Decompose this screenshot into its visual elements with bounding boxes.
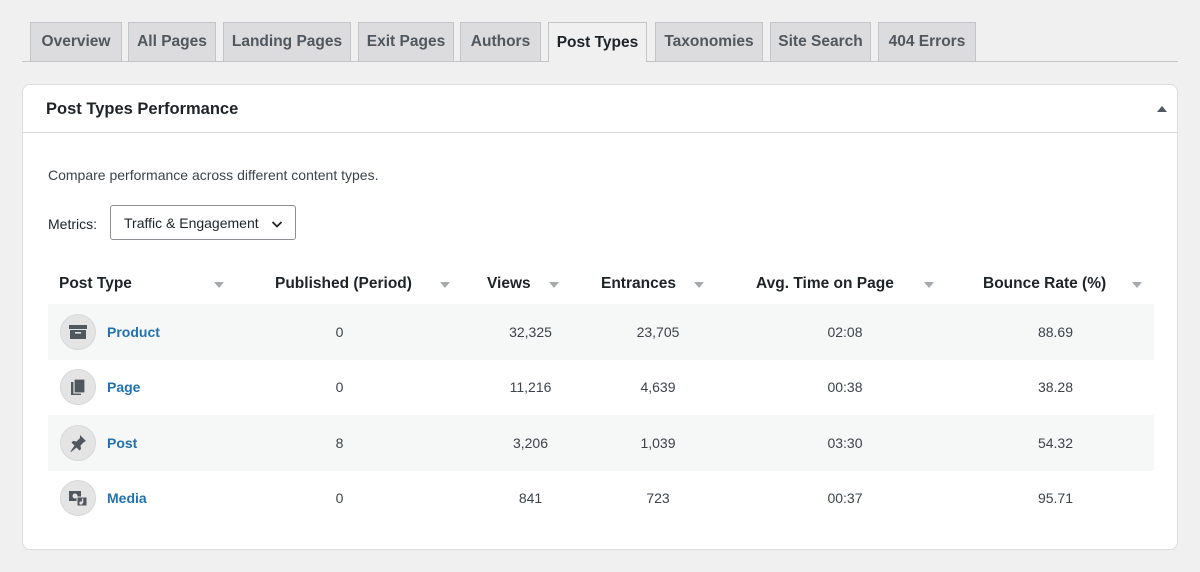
chevron-down-icon — [271, 217, 283, 229]
sort-arrow-icon[interactable] — [549, 282, 559, 288]
pushpin-icon — [60, 424, 96, 461]
published-cell: 0 — [335, 323, 344, 340]
panel-header: Post Types Performance — [23, 85, 1177, 133]
published-cell: 0 — [335, 490, 344, 507]
post-type-link-post[interactable]: Post — [107, 435, 137, 451]
metrics-select-value: Traffic & Engagement — [124, 214, 259, 231]
tab-landing-pages[interactable]: Landing Pages — [223, 22, 351, 61]
post-type-cell: Page — [48, 360, 275, 416]
table-row: Page 0 11,216 4,639 00:38 38.28 — [48, 360, 1154, 416]
views-cell: 11,216 — [509, 379, 552, 396]
post-types-table: Post Type Published (Period) Views Entra… — [48, 263, 1154, 526]
published-cell: 8 — [335, 434, 344, 451]
tab-overview[interactable]: Overview — [30, 22, 122, 61]
collapse-arrow-icon[interactable] — [1155, 102, 1169, 116]
table-row: Media 0 841 723 00:37 95.71 — [48, 471, 1154, 527]
post-type-cell: Post — [48, 415, 275, 471]
entrances-cell: 23,705 — [636, 323, 680, 340]
tab-exit-pages[interactable]: Exit Pages — [358, 22, 454, 61]
bounce-rate-cell: 95.71 — [1037, 490, 1074, 507]
column-header-published[interactable]: Published (Period) — [275, 263, 412, 304]
post-type-link-page[interactable]: Page — [107, 379, 140, 395]
metrics-select[interactable]: Traffic & Engagement — [110, 205, 296, 240]
sort-arrow-icon[interactable] — [924, 282, 934, 288]
column-header-views[interactable]: Views — [487, 263, 531, 304]
views-cell: 32,325 — [509, 323, 552, 340]
post-type-link-product[interactable]: Product — [107, 324, 160, 340]
entrances-cell: 4,639 — [640, 379, 676, 396]
post-type-cell: Product — [48, 304, 275, 360]
post-type-cell: Media — [48, 471, 275, 527]
post-type-link-media[interactable]: Media — [107, 490, 147, 506]
column-header-bounce-rate[interactable]: Bounce Rate (%) — [983, 263, 1106, 304]
table-row: Product 0 32,325 23,705 02:08 88.69 — [48, 304, 1154, 360]
metrics-label: Metrics: — [48, 216, 97, 232]
avg-time-cell: 03:30 — [827, 434, 863, 451]
tab-authors[interactable]: Authors — [460, 22, 541, 61]
sort-arrow-icon[interactable] — [214, 282, 224, 288]
report-tabs: Overview All Pages Landing Pages Exit Pa… — [22, 22, 1178, 62]
entrances-cell: 723 — [646, 490, 670, 507]
panel-title: Post Types Performance — [46, 100, 239, 118]
bounce-rate-cell: 88.69 — [1037, 323, 1074, 340]
column-header-entrances[interactable]: Entrances — [601, 263, 676, 304]
panel-description: Compare performance across different con… — [48, 167, 379, 183]
tab-taxonomies[interactable]: Taxonomies — [655, 22, 763, 61]
tab-404-errors[interactable]: 404 Errors — [878, 22, 976, 61]
views-cell: 3,206 — [512, 434, 549, 451]
table-row: Post 8 3,206 1,039 03:30 54.32 — [48, 415, 1154, 471]
media-icon — [60, 480, 96, 517]
avg-time-cell: 00:38 — [827, 379, 863, 396]
column-header-post-type[interactable]: Post Type — [59, 263, 132, 304]
sort-arrow-icon[interactable] — [694, 282, 704, 288]
sort-arrow-icon[interactable] — [1132, 282, 1142, 288]
entrances-cell: 1,039 — [640, 434, 676, 451]
avg-time-cell: 02:08 — [827, 323, 863, 340]
post-types-panel: Post Types Performance Compare performan… — [22, 84, 1178, 550]
avg-time-cell: 00:37 — [827, 490, 863, 507]
column-header-avg-time[interactable]: Avg. Time on Page — [756, 263, 894, 304]
published-cell: 0 — [335, 379, 344, 396]
views-cell: 841 — [518, 490, 543, 507]
sort-arrow-icon[interactable] — [440, 282, 450, 288]
bounce-rate-cell: 54.32 — [1037, 434, 1074, 451]
tab-all-pages[interactable]: All Pages — [128, 22, 216, 61]
table-header: Post Type Published (Period) Views Entra… — [48, 263, 1154, 304]
tab-post-types[interactable]: Post Types — [548, 22, 647, 62]
page-copy-icon — [60, 369, 96, 406]
bounce-rate-cell: 38.28 — [1037, 379, 1074, 396]
tab-site-search[interactable]: Site Search — [770, 22, 871, 61]
archive-box-icon — [60, 313, 96, 350]
